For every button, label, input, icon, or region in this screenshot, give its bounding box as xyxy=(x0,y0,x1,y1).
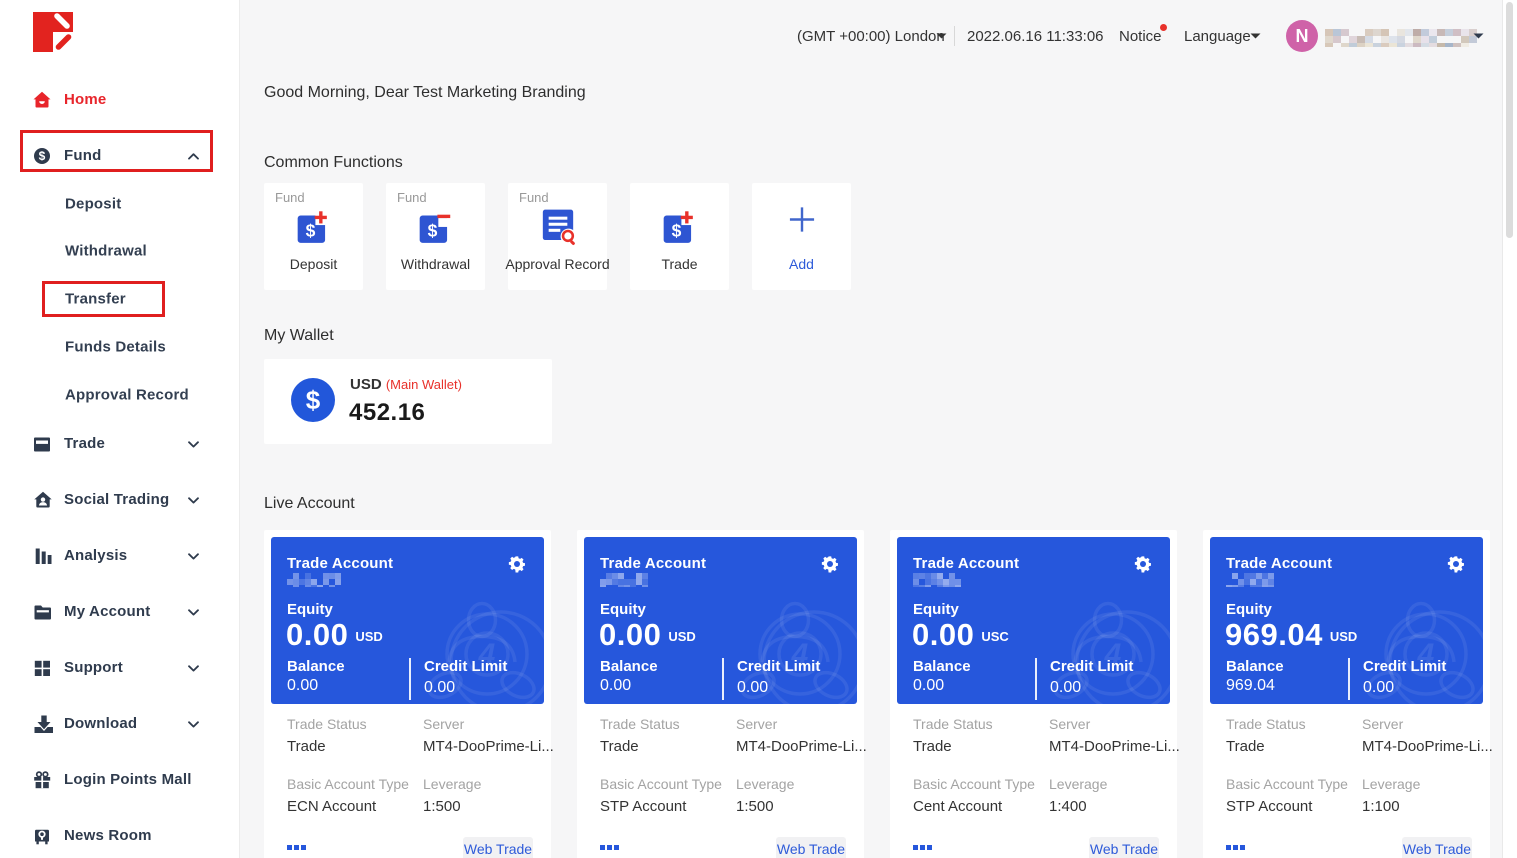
svg-text:$: $ xyxy=(671,221,681,241)
svg-text:$: $ xyxy=(305,221,315,241)
svg-text:$: $ xyxy=(39,149,46,163)
svg-text:$: $ xyxy=(427,221,437,241)
